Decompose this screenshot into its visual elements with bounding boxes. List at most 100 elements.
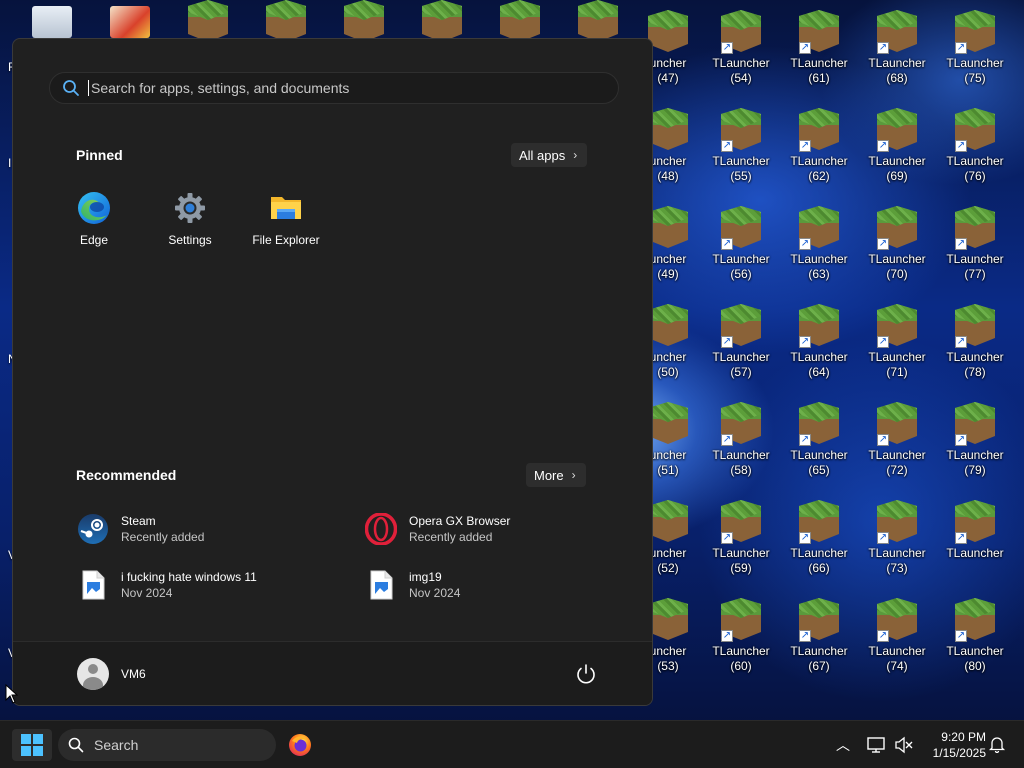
recommended-title-text: Opera GX Browser <box>409 514 511 528</box>
desktop-icon-tlauncher[interactable]: ↗ TLauncher (54) <box>702 4 780 94</box>
desktop-icon-label: TLauncher (72) <box>868 448 926 477</box>
minecraft-grass-block-icon[interactable] <box>500 0 540 42</box>
start-search-box[interactable] <box>49 72 619 104</box>
shortcut-arrow-icon: ↗ <box>799 42 811 54</box>
desktop-icon-tlauncher[interactable]: ↗ TLauncher (77) <box>936 200 1014 290</box>
shortcut-arrow-icon: ↗ <box>877 532 889 544</box>
desktop-icon-label: TLauncher (60) <box>712 644 770 673</box>
desktop-icon-label: TLauncher (76) <box>946 154 1004 183</box>
desktop-icon-label: TLauncher (73) <box>868 546 926 575</box>
desktop-icon-tlauncher[interactable]: ↗ TLauncher (72) <box>858 396 936 486</box>
desktop-icon-label: TLauncher (77) <box>946 252 1004 281</box>
shortcut-arrow-icon: ↗ <box>721 238 733 250</box>
desktop-icon-tlauncher[interactable]: ↗ TLauncher (75) <box>936 4 1014 94</box>
shortcut-arrow-icon: ↗ <box>877 630 889 642</box>
desktop-icon-tlauncher[interactable]: ↗ TLauncher (68) <box>858 4 936 94</box>
recommended-item-steam[interactable]: Steam Recently added <box>77 509 337 549</box>
desktop-icon-label: uncher (51) <box>649 448 687 477</box>
desktop-icon-tlauncher[interactable]: ↗ TLauncher (67) <box>780 592 858 682</box>
desktop-icon-tlauncher[interactable]: ↗ TLauncher (64) <box>780 298 858 388</box>
notification-bell-icon[interactable] <box>988 735 1006 753</box>
desktop-icon-tlauncher[interactable]: ↗ TLauncher (70) <box>858 200 936 290</box>
pinned-edge[interactable]: Edge <box>49 189 139 259</box>
minecraft-grass-block-icon[interactable] <box>188 0 228 42</box>
desktop-icon-tlauncher[interactable]: ↗ TLauncher (63) <box>780 200 858 290</box>
desktop-icon-label-partial: I <box>8 156 12 170</box>
power-icon[interactable] <box>574 662 598 686</box>
taskbar-search[interactable]: Search <box>58 729 276 761</box>
minecraft-grass-block-icon: ↗ <box>955 108 995 152</box>
minecraft-grass-block-icon: ↗ <box>877 10 917 54</box>
desktop-icon-tlauncher[interactable]: ↗ TLauncher (60) <box>702 592 780 682</box>
minecraft-grass-block-icon[interactable] <box>344 0 384 42</box>
avatar <box>77 658 109 690</box>
desktop-icon-label: TLauncher (55) <box>712 154 770 183</box>
desktop-icon-tlauncher[interactable]: ↗ TLauncher (80) <box>936 592 1014 682</box>
desktop-icon-tlauncher[interactable]: ↗ TLauncher (55) <box>702 102 780 192</box>
game-shortcut-icon[interactable] <box>110 6 150 38</box>
desktop-icon-tlauncher[interactable]: ↗ TLauncher (59) <box>702 494 780 584</box>
desktop-icon-label: TLauncher (67) <box>790 644 848 673</box>
desktop-icon-tlauncher[interactable]: ↗ TLauncher (78) <box>936 298 1014 388</box>
shortcut-arrow-icon: ↗ <box>955 42 967 54</box>
desktop-icon-tlauncher[interactable]: ↗ TLauncher (71) <box>858 298 936 388</box>
gear-icon <box>175 193 205 223</box>
start-button[interactable] <box>12 729 52 761</box>
desktop-icon-tlauncher[interactable]: ↗ TLauncher (74) <box>858 592 936 682</box>
minecraft-grass-block-icon[interactable] <box>578 0 618 42</box>
minecraft-grass-block-icon: ↗ <box>955 206 995 250</box>
minecraft-grass-block-icon[interactable] <box>266 0 306 42</box>
recommended-subtitle-text: Nov 2024 <box>409 586 461 600</box>
desktop-icon-tlauncher[interactable]: ↗ TLauncher (76) <box>936 102 1014 192</box>
shortcut-arrow-icon: ↗ <box>721 532 733 544</box>
pinned-settings[interactable]: Settings <box>145 189 235 259</box>
shortcut-arrow-icon: ↗ <box>721 42 733 54</box>
recommended-item-image1[interactable]: i fucking hate windows 11 Nov 2024 <box>77 565 337 605</box>
recommended-subtitle-text: Recently added <box>409 530 493 544</box>
desktop-icon-label: TLauncher (80) <box>946 644 1004 673</box>
desktop-icon-tlauncher[interactable]: ↗ TLauncher (65) <box>780 396 858 486</box>
system-clock[interactable]: 9:20 PM 1/15/2025 <box>920 729 986 761</box>
minecraft-grass-block-icon: ↗ <box>955 500 995 544</box>
desktop-icon-tlauncher[interactable]: ↗ TLauncher (57) <box>702 298 780 388</box>
minecraft-grass-block-icon: ↗ <box>799 304 839 348</box>
desktop-icon-tlauncher[interactable]: ↗ TLauncher (56) <box>702 200 780 290</box>
pinned-file-explorer[interactable]: File Explorer <box>241 189 331 259</box>
desktop-icon-label: TLauncher (71) <box>868 350 926 379</box>
desktop-icon-tlauncher[interactable]: ↗ TLauncher <box>936 494 1014 584</box>
minecraft-grass-block-icon: ↗ <box>877 304 917 348</box>
recycle-bin-icon[interactable] <box>32 6 72 38</box>
recommended-item-img19[interactable]: img19 Nov 2024 <box>365 565 625 605</box>
folder-icon <box>271 197 301 219</box>
minecraft-grass-block-icon: ↗ <box>955 598 995 642</box>
recommended-title-text: i fucking hate windows 11 <box>121 570 257 584</box>
desktop-icon-tlauncher[interactable]: ↗ TLauncher (69) <box>858 102 936 192</box>
chevron-up-icon[interactable]: ︿ <box>836 735 850 755</box>
desktop-icon-tlauncher[interactable]: ↗ TLauncher (62) <box>780 102 858 192</box>
shortcut-arrow-icon: ↗ <box>799 238 811 250</box>
minecraft-grass-block-icon[interactable] <box>422 0 462 42</box>
desktop-icon-tlauncher[interactable]: ↗ TLauncher (66) <box>780 494 858 584</box>
all-apps-button[interactable]: All apps › <box>511 143 588 167</box>
recommended-item-opera[interactable]: Opera GX Browser Recently added <box>365 509 625 549</box>
shortcut-arrow-icon: ↗ <box>721 140 733 152</box>
desktop-icon-tlauncher[interactable]: ↗ TLauncher (58) <box>702 396 780 486</box>
more-button[interactable]: More › <box>526 463 586 487</box>
minecraft-grass-block-icon <box>648 206 688 250</box>
desktop-icon-label: uncher (50) <box>649 350 687 379</box>
desktop-icon-tlauncher[interactable]: ↗ TLauncher (79) <box>936 396 1014 486</box>
minecraft-grass-block-icon <box>648 402 688 446</box>
volume-muted-icon[interactable] <box>894 735 914 755</box>
minecraft-grass-block-icon: ↗ <box>721 402 761 446</box>
desktop-icon-tlauncher[interactable]: ↗ TLauncher (73) <box>858 494 936 584</box>
minecraft-grass-block-icon: ↗ <box>877 500 917 544</box>
shortcut-arrow-icon: ↗ <box>955 630 967 642</box>
pinned-label: File Explorer <box>252 233 320 247</box>
user-account-button[interactable]: VM6 <box>77 658 146 690</box>
start-search-input[interactable] <box>91 80 571 96</box>
desktop-icon-tlauncher[interactable]: ↗ TLauncher (61) <box>780 4 858 94</box>
network-icon[interactable] <box>866 735 886 755</box>
desktop-icon-label: TLauncher (70) <box>868 252 926 281</box>
firefox-icon[interactable] <box>288 733 312 757</box>
minecraft-grass-block-icon: ↗ <box>721 10 761 54</box>
